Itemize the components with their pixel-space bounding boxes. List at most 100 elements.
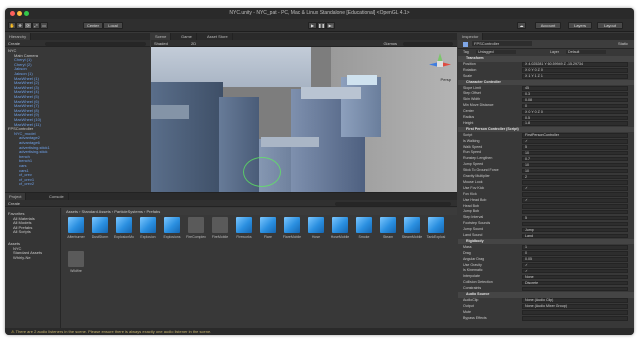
asset-item[interactable]: Fireworks: [233, 217, 255, 239]
tab-inspector[interactable]: Inspector: [458, 33, 484, 40]
scale-tool-button[interactable]: ⤢: [32, 22, 40, 29]
gizmos-dropdown[interactable]: Gizmos: [383, 41, 397, 46]
property-value[interactable]: X 0 Y 0 Z 0: [522, 109, 628, 115]
hierarchy-search-input[interactable]: [45, 41, 146, 46]
tab-hierarchy[interactable]: Hierarchy: [5, 33, 32, 40]
property-value[interactable]: 0.7: [522, 156, 628, 162]
character-collider-gizmo[interactable]: [243, 157, 281, 187]
asset-item[interactable]: ExplosionMo: [113, 217, 135, 239]
scene-view[interactable]: Persp: [151, 47, 457, 205]
property-value[interactable]: X 4.025281 Y 60.59949 Z -15.29734: [522, 62, 628, 67]
cloud-icon[interactable]: ☁: [517, 22, 526, 29]
property-value[interactable]: [522, 310, 628, 315]
asset-item[interactable]: Smoke: [353, 217, 375, 239]
property-value[interactable]: Discrete: [522, 280, 628, 286]
property-value[interactable]: ✓: [522, 263, 628, 268]
rotate-tool-button[interactable]: ⟳: [24, 22, 32, 29]
property-value[interactable]: [522, 221, 628, 227]
property-value[interactable]: X 1 Y 1 Z 1: [522, 74, 628, 79]
asset-item[interactable]: Explosions: [161, 217, 183, 239]
hierarchy-create-button[interactable]: Create: [8, 41, 20, 46]
rect-tool-button[interactable]: ▭: [40, 22, 48, 29]
property-value[interactable]: [522, 180, 628, 185]
property-value[interactable]: 45: [522, 86, 628, 91]
scene-search-input[interactable]: [403, 41, 453, 46]
favorites-item[interactable]: All Scripts: [13, 229, 31, 234]
move-tool-button[interactable]: ✥: [16, 22, 24, 29]
layout-dropdown[interactable]: Layout: [597, 22, 623, 29]
asset-item[interactable]: FlareMobile: [281, 217, 303, 239]
asset-item[interactable]: HoseMobile: [329, 217, 351, 239]
tab-game[interactable]: Game: [177, 33, 197, 40]
property-value[interactable]: 2: [522, 174, 628, 179]
folder-item[interactable]: Whirly-Ne: [13, 255, 31, 260]
layer-dropdown[interactable]: Default: [566, 49, 606, 55]
asset-item[interactable]: Afterburner: [65, 217, 87, 239]
pivot-toggle[interactable]: Center: [83, 22, 103, 29]
zoom-icon[interactable]: [24, 11, 29, 16]
property-value[interactable]: Land: [522, 233, 628, 238]
asset-item[interactable]: TankExplosi: [425, 217, 447, 239]
property-value[interactable]: 0: [522, 103, 628, 109]
property-value[interactable]: None (Audio Mixer Group): [522, 304, 628, 309]
minimize-icon[interactable]: [17, 11, 22, 16]
hand-tool-button[interactable]: ✋: [8, 22, 16, 29]
asset-item[interactable]: FireMobile: [209, 217, 231, 239]
space-toggle[interactable]: Local: [103, 22, 123, 29]
asset-item[interactable]: FireComplex: [185, 217, 207, 239]
step-button[interactable]: ▶|: [326, 22, 335, 29]
static-toggle[interactable]: Static: [618, 41, 628, 46]
property-value[interactable]: 10: [522, 162, 628, 168]
property-value[interactable]: ✓: [522, 268, 628, 274]
property-value[interactable]: 10: [522, 150, 628, 156]
property-value[interactable]: X 0 Y 0 Z 0: [522, 68, 628, 73]
property-value[interactable]: 0: [522, 251, 628, 256]
asset-item[interactable]: Steam: [377, 217, 399, 239]
object-name-field[interactable]: FPSController: [472, 41, 532, 46]
property-value[interactable]: ✓: [522, 198, 628, 203]
property-value[interactable]: Jump: [522, 227, 628, 233]
property-value[interactable]: None (Audio Clip): [522, 298, 628, 303]
scene-gizmo[interactable]: [429, 53, 451, 75]
property-value[interactable]: [522, 204, 628, 209]
status-message[interactable]: There are 2 audio listeners in the scene…: [16, 329, 212, 334]
property-value[interactable]: 0.08: [522, 97, 628, 103]
tab-project[interactable]: Project: [5, 193, 27, 200]
property-value[interactable]: 0.05: [522, 257, 628, 262]
project-create-button[interactable]: Create: [8, 201, 20, 206]
property-value[interactable]: [522, 316, 628, 321]
property-value[interactable]: [522, 192, 628, 197]
property-value[interactable]: 0.3: [522, 91, 628, 97]
tab-asset-store[interactable]: Asset Store: [203, 33, 233, 40]
property-value[interactable]: None: [522, 274, 628, 280]
property-value[interactable]: 1.8: [522, 121, 628, 126]
property-value[interactable]: 1: [522, 245, 628, 250]
asset-item[interactable]: DustStorm: [89, 217, 111, 239]
account-dropdown[interactable]: Account: [535, 22, 561, 29]
asset-item[interactable]: SteamMobile: [401, 217, 423, 239]
property-value[interactable]: 5: [522, 145, 628, 150]
property-value[interactable]: [522, 209, 628, 215]
layers-dropdown[interactable]: Layers: [568, 22, 592, 29]
play-button[interactable]: ▶: [308, 22, 317, 29]
asset-item[interactable]: Explosion: [137, 217, 159, 239]
property-value[interactable]: ✓: [522, 139, 628, 144]
property-value[interactable]: FirstPersonController: [522, 133, 628, 138]
project-search-input[interactable]: [335, 201, 451, 206]
shading-mode-dropdown[interactable]: Shaded: [154, 41, 168, 46]
asset-item[interactable]: Hose: [305, 217, 327, 239]
property-value[interactable]: 10: [522, 168, 628, 174]
property-value[interactable]: [522, 286, 628, 292]
asset-item[interactable]: Wildfire: [65, 251, 87, 273]
tab-console[interactable]: Console: [45, 193, 69, 200]
pause-button[interactable]: ❚❚: [317, 22, 326, 29]
breadcrumb[interactable]: Assets › Standard Assets › ParticleSyste…: [62, 208, 457, 215]
property-value[interactable]: 0.5: [522, 115, 628, 120]
property-value[interactable]: 5: [522, 215, 628, 221]
property-value[interactable]: ✓: [522, 186, 628, 191]
hierarchy-item[interactable]: cf_crev2: [19, 181, 34, 186]
tab-scene[interactable]: Scene: [151, 33, 172, 40]
close-icon[interactable]: [10, 11, 15, 16]
tag-dropdown[interactable]: Untagged: [476, 49, 516, 55]
asset-item[interactable]: Flare: [257, 217, 279, 239]
